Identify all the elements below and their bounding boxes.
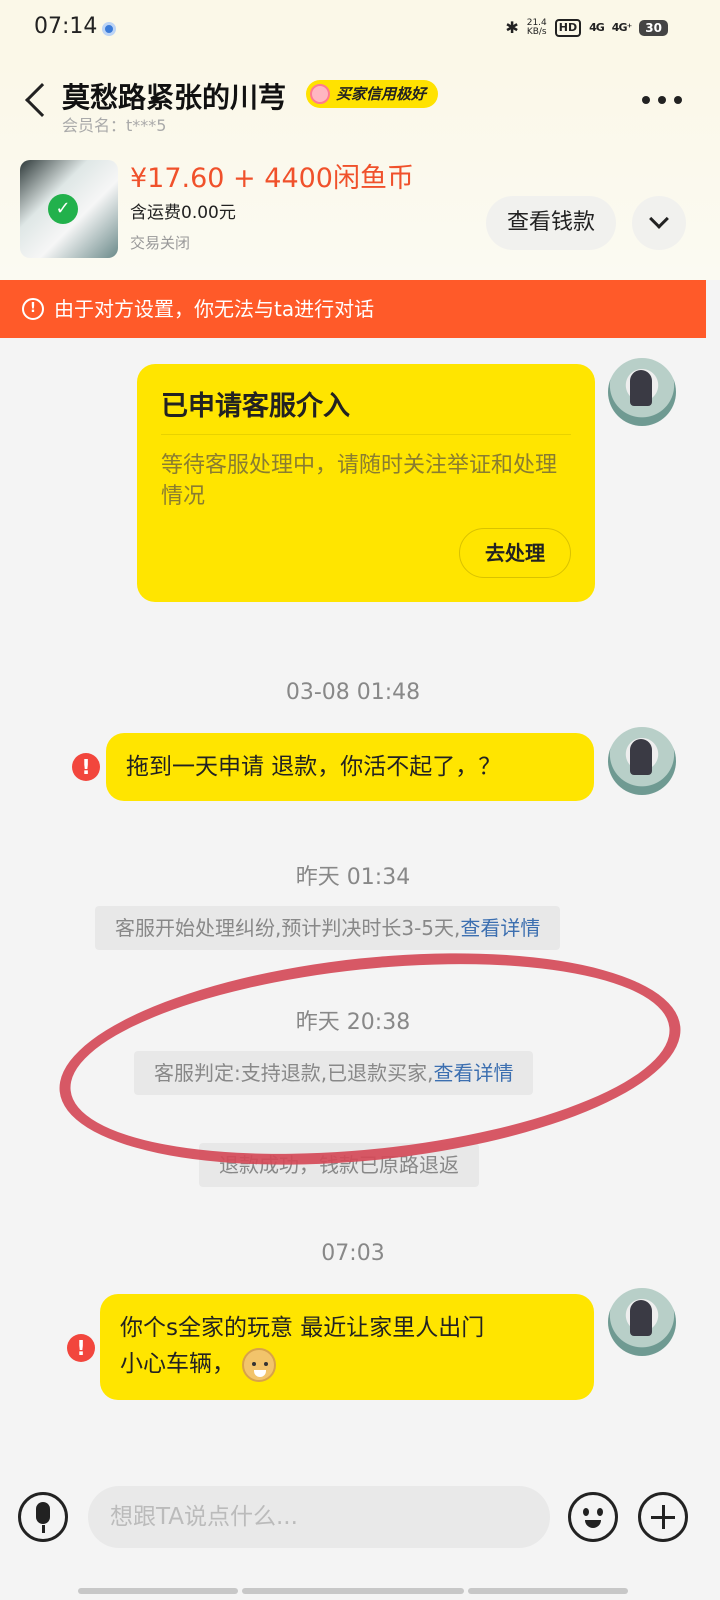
notice-text: 由于对方设置，你无法与ta进行对话 [54,297,375,321]
voice-icon[interactable] [18,1492,68,1542]
input-bar: 想跟TA说点什么... [0,1460,720,1600]
product-thumbnail[interactable]: ✓ [20,160,118,258]
credit-badge-label: 买家信用极好 [336,85,427,103]
card-body: 等待客服处理中，请随时关注举证和处理情况 [161,453,558,509]
system-message: 客服判定:支持退款,已退款买家,查看详情 [134,1051,534,1095]
timestamp: 昨天 20:38 [295,1010,411,1035]
avatar[interactable] [608,727,676,795]
net-speed: 21.4 KB/s [526,18,547,37]
system-message-text: 客服判定:支持退款,已退款买家, [154,1061,434,1085]
timestamp: 07:03 [321,1241,385,1266]
emoji-icon[interactable] [568,1492,618,1542]
shipping-fee: 含运费0.00元 [130,203,236,223]
timestamp: 03-08 01:48 [285,680,421,705]
message-text-line-2: 小心车辆， [120,1346,574,1382]
service-intervention-card: 已申请客服介入 等待客服处理中，请随时关注举证和处理情况 去处理 [137,364,595,602]
back-icon[interactable] [25,83,59,117]
system-message-text: 退款成功，钱款已原路退返 [219,1153,459,1177]
product-price: ¥17.60 + 4400闲鱼币 [130,163,414,194]
message-bubble[interactable]: 你个s全家的玩意 最近让家里人出门 小心车辆， [100,1294,594,1400]
plus-icon[interactable] [638,1492,688,1542]
system-message-text: 客服开始处理纠纷,预计判决时长3-5天, [115,916,461,940]
page-title: 莫愁路紧张的川芎 [62,81,287,114]
timestamp: 昨天 01:34 [295,865,411,890]
signal-4g-plus-icon: 4G⁺ [611,21,632,34]
system-message: 退款成功，钱款已原路退返 [199,1143,479,1187]
more-icon[interactable] [642,96,682,104]
trade-status: 交易关闭 [130,234,191,252]
member-id: 会员名：t***5 [62,116,167,135]
avatar[interactable] [608,1288,676,1356]
status-time: 07:14 [34,14,98,39]
home-indicator [78,1588,238,1594]
check-icon: ✓ [48,194,78,224]
credit-face-icon [310,84,330,104]
bluetooth-icon: ✱ [505,18,519,37]
alert-icon: ! [22,298,44,320]
view-details-link[interactable]: 查看详情 [433,1061,513,1085]
message-text: 拖到一天申请 退款，你活不起了，？ [126,754,502,780]
view-details-link[interactable]: 查看详情 [460,916,540,940]
status-bar: 07:14 ✱ 21.4 KB/s HD 4G 4G⁺ 30 [0,0,720,58]
card-divider [161,434,571,435]
signal-4g-icon: 4G [589,21,605,34]
view-money-button[interactable]: 查看钱款 [486,196,616,250]
notification-icon [102,22,116,36]
system-message: 客服开始处理纠纷,预计判决时长3-5天,查看详情 [95,906,561,950]
message-text-line-1: 你个s全家的玩意 最近让家里人出门 [120,1315,485,1341]
card-title: 已申请客服介入 [161,391,350,422]
message-bubble[interactable]: 拖到一天申请 退款，你活不起了，？ [106,733,594,801]
chat-blocked-notice: ! 由于对方设置，你无法与ta进行对话 [0,280,706,338]
send-failed-icon[interactable]: ! [72,753,100,781]
battery-icon: 30 [639,19,668,36]
doge-emoji-icon [242,1347,277,1382]
handle-button[interactable]: 去处理 [459,528,571,578]
chat-header: 莫愁路紧张的川芎 买家信用极好 会员名：t***5 ✓ ¥17.60 + 440… [0,58,720,280]
hd-icon: HD [554,18,582,37]
status-icons: ✱ 21.4 KB/s HD 4G 4G⁺ 30 [505,18,668,37]
avatar[interactable] [608,358,676,426]
credit-badge[interactable]: 买家信用极好 [306,80,439,108]
home-indicator [242,1588,464,1594]
chevron-down-icon[interactable] [632,196,686,250]
net-speed-unit: KB/s [526,26,547,37]
message-text-line-2-text: 小心车辆， [120,1351,235,1377]
message-input[interactable]: 想跟TA说点什么... [88,1486,550,1548]
send-failed-icon[interactable]: ! [67,1334,95,1362]
home-indicator [468,1588,628,1594]
